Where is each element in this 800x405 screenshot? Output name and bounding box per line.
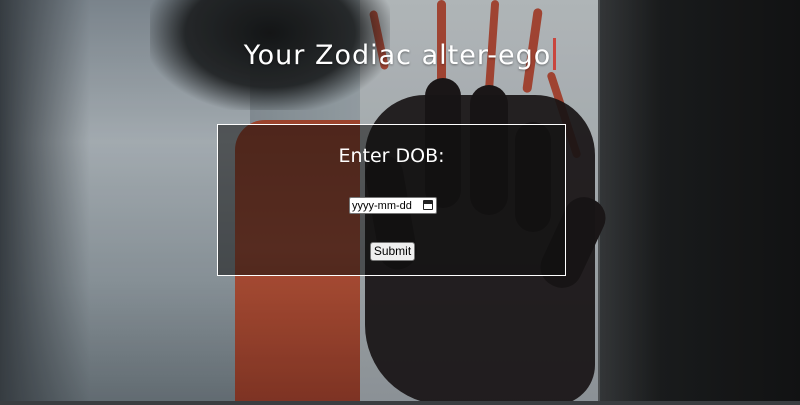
date-placeholder: yyyy-mm-dd bbox=[352, 199, 412, 212]
bottom-scrollbar bbox=[0, 401, 800, 405]
dob-form: Enter DOB: yyyy-mm-dd Submit bbox=[217, 124, 566, 276]
page-title-text: Your Zodiac alter-ego bbox=[243, 40, 552, 71]
calendar-icon[interactable] bbox=[423, 200, 433, 210]
typing-caret bbox=[553, 38, 557, 70]
submit-button[interactable]: Submit bbox=[370, 242, 415, 261]
dob-label: Enter DOB: bbox=[338, 145, 445, 167]
page-title: Your Zodiac alter-ego bbox=[0, 38, 800, 71]
dob-date-input[interactable]: yyyy-mm-dd bbox=[349, 197, 437, 214]
